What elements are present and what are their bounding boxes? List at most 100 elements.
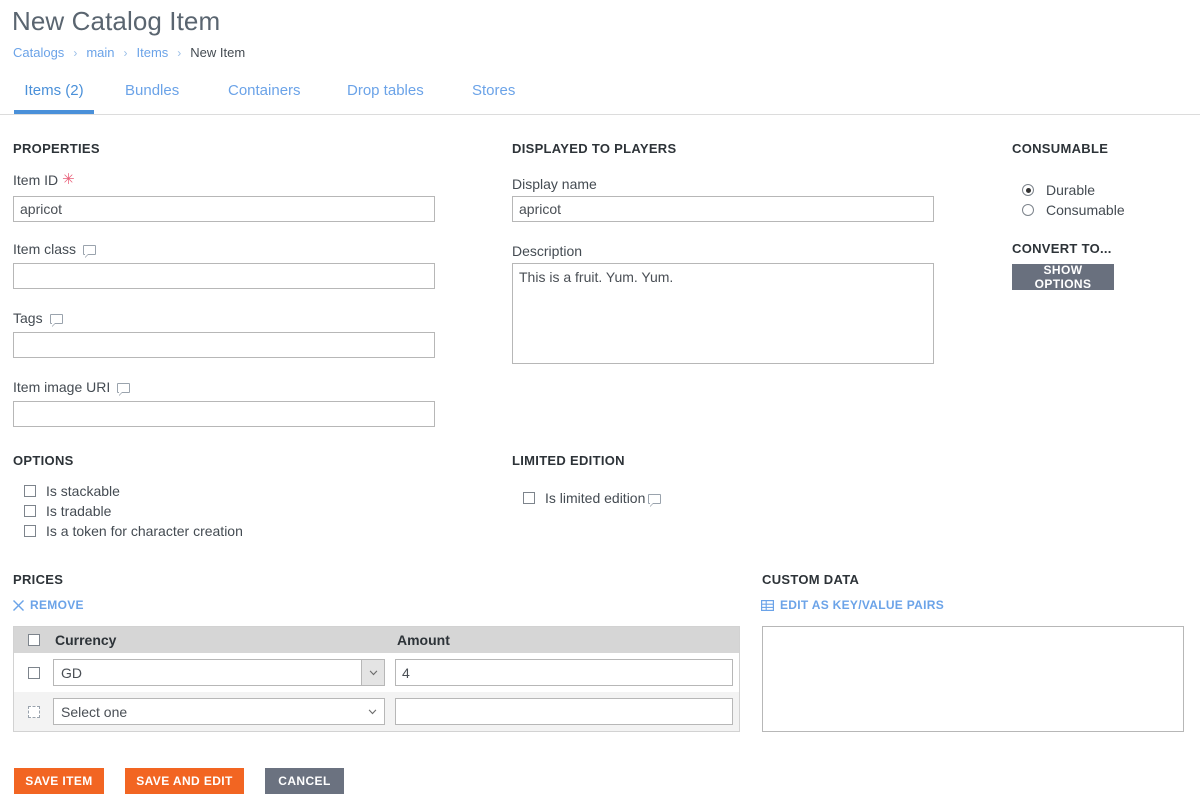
remove-price-link-label: REMOVE	[30, 598, 84, 612]
tab-bar: Items (2) Bundles Containers Drop tables…	[0, 76, 1200, 115]
item-id-label-text: Item ID	[13, 172, 59, 188]
table-row: GD	[14, 653, 739, 692]
checkbox-is-token-label: Is a token for character creation	[46, 523, 243, 539]
tags-label-text: Tags	[13, 310, 43, 326]
price-row-checkbox-cell	[14, 705, 53, 718]
checkbox-is-token-for-character-creation[interactable]: Is a token for character creation	[24, 523, 243, 539]
checkbox-is-stackable[interactable]: Is stackable	[24, 483, 120, 499]
radio-consumable[interactable]: Consumable	[1022, 202, 1125, 218]
checkbox-is-stackable-box[interactable]	[24, 485, 36, 497]
currency-select-value: Select one	[61, 703, 128, 720]
checkbox-is-tradable-box[interactable]	[24, 505, 36, 517]
save-item-button[interactable]: SAVE ITEM	[14, 768, 104, 794]
breadcrumb-item-items[interactable]: Items	[137, 45, 169, 61]
price-row-amount-cell	[395, 659, 739, 686]
edit-as-key-value-pairs-label: EDIT AS KEY/VALUE PAIRS	[780, 598, 945, 612]
tab-items[interactable]: Items (2)	[14, 76, 94, 114]
radio-durable-label: Durable	[1046, 182, 1096, 198]
table-row: Select one	[14, 692, 739, 731]
price-row-checkbox-cell[interactable]	[14, 666, 53, 679]
prices-heading: PRICES	[13, 572, 64, 587]
radio-consumable-icon[interactable]	[1022, 204, 1034, 216]
tab-drop-tables[interactable]: Drop tables	[347, 76, 424, 114]
page-title: New Catalog Item	[12, 6, 221, 36]
checkbox-is-limited-edition-box[interactable]	[523, 492, 535, 504]
properties-heading: PROPERTIES	[13, 141, 100, 156]
checkbox-is-tradable-label: Is tradable	[46, 503, 112, 519]
display-name-label: Display name	[512, 176, 597, 192]
new-catalog-item-page: New Catalog Item Catalogs › main › Items…	[0, 0, 1200, 805]
price-row-checkbox[interactable]	[27, 666, 40, 679]
breadcrumb-item-catalogs[interactable]: Catalogs	[13, 45, 64, 61]
currency-select[interactable]: GD	[53, 659, 385, 686]
radio-durable-icon[interactable]	[1022, 184, 1034, 196]
convert-to-heading: CONVERT TO...	[1012, 241, 1112, 256]
tags-input[interactable]	[13, 332, 435, 358]
currency-select[interactable]: Select one	[53, 698, 385, 725]
item-image-uri-label: Item image URI	[13, 379, 131, 396]
custom-data-textarea[interactable]	[762, 626, 1184, 732]
checkbox-is-token-box[interactable]	[24, 525, 36, 537]
speech-bubble-icon[interactable]	[648, 494, 662, 507]
prices-select-all-checkbox[interactable]	[27, 634, 40, 646]
grid-icon	[761, 599, 774, 611]
tab-containers[interactable]: Containers	[228, 76, 301, 114]
prices-column-amount: Amount	[397, 632, 450, 648]
checkbox-is-tradable[interactable]: Is tradable	[24, 503, 111, 519]
show-options-button[interactable]: SHOW OPTIONS	[1012, 263, 1114, 291]
breadcrumb-separator-icon: ›	[73, 46, 78, 60]
consumable-heading: CONSUMABLE	[1012, 141, 1109, 156]
close-x-icon	[13, 599, 24, 611]
item-class-label-text: Item class	[13, 241, 77, 257]
description-label: Description	[512, 243, 582, 259]
breadcrumb-item-new-item: New Item	[190, 45, 246, 60]
prices-column-currency: Currency	[55, 632, 117, 648]
breadcrumb-separator-icon: ›	[123, 46, 128, 60]
custom-data-heading: CUSTOM DATA	[762, 572, 860, 587]
breadcrumb-item-main[interactable]: main	[86, 45, 114, 61]
description-label-text: Description	[512, 243, 583, 259]
remove-price-link[interactable]: REMOVE	[12, 598, 84, 612]
speech-bubble-icon[interactable]	[49, 314, 63, 327]
radio-consumable-label: Consumable	[1046, 202, 1125, 218]
limited-edition-heading: LIMITED EDITION	[512, 453, 625, 468]
tab-bundles[interactable]: Bundles	[125, 76, 179, 114]
tags-label: Tags	[13, 310, 63, 327]
tab-stores[interactable]: Stores	[472, 76, 515, 114]
item-image-uri-input[interactable]	[13, 401, 435, 427]
price-row-amount-cell	[395, 698, 739, 725]
save-and-edit-button[interactable]: SAVE AND EDIT	[125, 768, 244, 794]
item-id-label: Item ID ✳	[13, 172, 75, 188]
required-asterisk-icon: ✳	[62, 171, 75, 188]
prices-table-header-row: Currency Amount	[14, 627, 739, 653]
chevron-down-icon[interactable]	[361, 660, 384, 685]
item-class-label: Item class	[13, 241, 97, 258]
prices-table: Currency Amount GD 4 Select one	[13, 626, 740, 732]
breadcrumb: Catalogs › main › Items › New Item	[13, 45, 245, 61]
item-id-input[interactable]	[13, 196, 435, 222]
currency-select-value: GD	[61, 664, 82, 681]
display-name-input[interactable]	[512, 196, 934, 222]
speech-bubble-icon[interactable]	[83, 245, 97, 258]
options-heading: OPTIONS	[13, 453, 74, 468]
radio-durable[interactable]: Durable	[1022, 182, 1095, 198]
displayed-to-players-heading: DISPLAYED TO PLAYERS	[512, 141, 677, 156]
checkbox-is-stackable-label: Is stackable	[46, 483, 120, 499]
speech-bubble-icon[interactable]	[117, 383, 131, 396]
checkbox-is-limited-edition[interactable]: Is limited edition	[523, 490, 662, 507]
description-textarea[interactable]	[512, 263, 934, 364]
price-row-currency-cell: Select one	[53, 698, 395, 725]
item-image-uri-label-text: Item image URI	[13, 379, 111, 395]
edit-as-key-value-pairs-link[interactable]: EDIT AS KEY/VALUE PAIRS	[761, 598, 944, 612]
amount-input[interactable]	[395, 659, 733, 686]
price-row-checkbox	[27, 705, 40, 718]
chevron-down-icon[interactable]	[361, 699, 384, 724]
price-row-currency-cell: GD	[53, 659, 395, 686]
prices-select-all-cell[interactable]	[14, 634, 53, 646]
amount-input[interactable]	[395, 698, 733, 725]
checkbox-is-limited-edition-label: Is limited edition	[545, 490, 646, 506]
item-class-input[interactable]	[13, 263, 435, 289]
cancel-button[interactable]: CANCEL	[265, 768, 344, 794]
display-name-label-text: Display name	[512, 176, 597, 192]
breadcrumb-separator-icon: ›	[177, 46, 182, 60]
